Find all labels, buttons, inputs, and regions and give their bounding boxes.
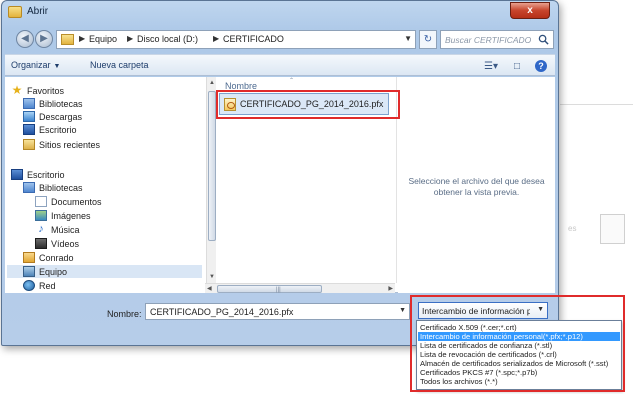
breadcrumb-disco-local[interactable]: Disco local (D:)	[137, 34, 198, 44]
nav-pane-scrollbar[interactable]: ▲ ▼	[206, 77, 216, 283]
navigation-bar: ◀ ▶ ▶ Equipo ▶ Disco local (D:) ▶ CERTIF…	[8, 28, 554, 52]
nav-label: Música	[51, 224, 80, 235]
window-title: Abrir	[27, 6, 49, 17]
forward-button[interactable]: ▶	[35, 30, 53, 48]
scroll-up-icon[interactable]: ▲	[207, 77, 217, 89]
nav-item-escritorio-root[interactable]: Escritorio	[11, 168, 65, 181]
nav-label: Bibliotecas	[39, 98, 83, 109]
scroll-down-icon[interactable]: ▼	[207, 271, 217, 283]
back-button[interactable]: ◀	[16, 30, 34, 48]
nav-item-musica[interactable]: ♪ Música	[35, 223, 80, 236]
nav-label: Red	[39, 280, 56, 291]
help-icon[interactable]: ?	[535, 60, 547, 72]
command-bar: Organizar ▼ Nueva carpeta ☰▾ □ ?	[5, 54, 555, 76]
view-controls: ☰▾ □ ?	[483, 58, 547, 74]
library-icon	[23, 98, 35, 109]
chevron-down-icon: ▼	[53, 63, 61, 70]
organize-label: Organizar	[11, 60, 51, 70]
view-options-icon[interactable]: ☰▾	[483, 59, 499, 73]
nav-label: Equipo	[39, 266, 68, 277]
videos-icon	[35, 238, 47, 249]
sort-indicator-icon: ⌃	[289, 78, 295, 84]
user-folder-icon	[23, 252, 35, 263]
nav-item-sitios-recientes[interactable]: Sitios recientes	[23, 138, 100, 151]
background-divider	[560, 104, 633, 105]
music-icon: ♪	[38, 223, 44, 235]
breadcrumb-certificado[interactable]: CERTIFICADO	[223, 34, 284, 44]
background-field	[600, 214, 625, 244]
nav-item-escritorio[interactable]: Escritorio	[23, 123, 77, 136]
filename-field[interactable]: CERTIFICADO_PG_2014_2016.pfx ▼	[145, 303, 410, 320]
computer-icon	[23, 266, 35, 277]
nav-label: Bibliotecas	[39, 182, 83, 193]
nav-item-red[interactable]: Red	[23, 279, 56, 292]
navigation-pane: ★ Favoritos Bibliotecas Descargas Escrito…	[5, 77, 205, 293]
address-bar[interactable]: ▶ Equipo ▶ Disco local (D:) ▶ CERTIFICAD…	[56, 30, 416, 49]
background-text: es	[568, 224, 577, 233]
documents-icon	[35, 196, 47, 207]
refresh-button[interactable]: ↻	[419, 30, 437, 49]
scrollbar-thumb[interactable]	[208, 91, 216, 241]
organize-menu[interactable]: Organizar ▼	[11, 60, 60, 70]
grip-icon: |||	[276, 287, 281, 293]
nav-item-conrado[interactable]: Conrado	[23, 251, 74, 264]
nav-item-equipo[interactable]: Equipo	[7, 265, 202, 278]
downloads-icon	[23, 111, 35, 122]
browser-content: ★ Favoritos Bibliotecas Descargas Escrito…	[5, 77, 555, 293]
nav-label: Documentos	[51, 196, 102, 207]
chevron-right-icon: ▶	[127, 34, 134, 43]
preview-pane-icon[interactable]: □	[509, 59, 525, 73]
folder-icon	[61, 34, 74, 45]
new-folder-button[interactable]: Nueva carpeta	[90, 60, 149, 70]
recent-places-icon	[23, 139, 35, 150]
filename-value: CERTIFICADO_PG_2014_2016.pfx	[150, 307, 294, 317]
file-list-scrollbar[interactable]: ◀ ||| ▶	[205, 283, 395, 293]
preview-message: Seleccione el archivo del que desea obte…	[408, 176, 545, 197]
nav-label: Escritorio	[27, 169, 65, 180]
nav-label: Escritorio	[39, 124, 77, 135]
breadcrumb-equipo[interactable]: Equipo	[89, 34, 117, 44]
scroll-right-icon[interactable]: ▶	[388, 284, 393, 294]
nav-item-descargas[interactable]: Descargas	[23, 110, 82, 123]
scroll-left-icon[interactable]: ◀	[207, 284, 212, 294]
nav-label: Conrado	[39, 252, 74, 263]
close-button[interactable]: x	[510, 2, 550, 19]
chevron-right-icon: ▶	[79, 34, 86, 43]
nav-item-videos[interactable]: Vídeos	[35, 237, 79, 250]
chevron-right-icon: ▶	[213, 34, 220, 43]
network-icon	[23, 280, 35, 291]
folder-icon	[8, 6, 22, 18]
search-placeholder: Buscar CERTIFICADO	[445, 35, 532, 45]
nav-item-documentos[interactable]: Documentos	[35, 195, 102, 208]
library-icon	[23, 182, 35, 193]
filename-label: Nombre:	[107, 309, 142, 319]
star-icon: ★	[11, 83, 23, 97]
nav-label: Favoritos	[27, 85, 65, 96]
nav-item-bibliotecas-root[interactable]: Bibliotecas	[23, 181, 83, 194]
desktop-icon	[11, 169, 23, 180]
chevron-down-icon[interactable]: ▼	[404, 34, 412, 43]
nav-item-bibliotecas[interactable]: Bibliotecas	[23, 97, 83, 110]
chevron-down-icon[interactable]: ▼	[399, 307, 406, 314]
nav-label: Descargas	[39, 111, 83, 122]
search-icon[interactable]	[538, 34, 549, 45]
pictures-icon	[35, 210, 47, 221]
nav-item-favoritos[interactable]: ★ Favoritos	[11, 84, 64, 97]
nav-label: Sitios recientes	[39, 139, 101, 150]
scrollbar-thumb[interactable]: |||	[217, 285, 322, 293]
highlight-box-file	[216, 90, 400, 119]
nav-label: Imágenes	[51, 210, 91, 221]
highlight-box-file-type	[410, 295, 625, 392]
desktop-icon	[23, 124, 35, 135]
nav-label: Vídeos	[51, 238, 80, 249]
nav-item-imagenes[interactable]: Imágenes	[35, 209, 91, 222]
search-input[interactable]: Buscar CERTIFICADO	[440, 30, 554, 49]
preview-pane: Seleccione el archivo del que desea obte…	[398, 77, 555, 293]
